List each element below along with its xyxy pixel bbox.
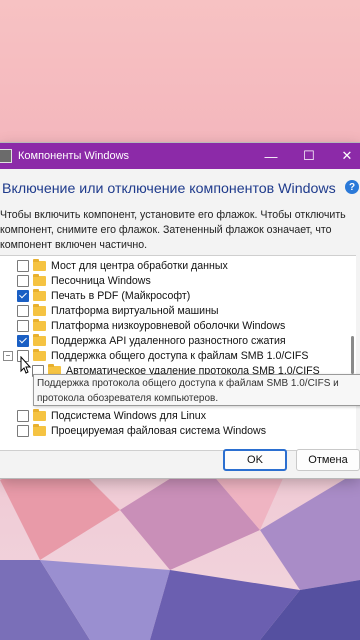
ok-button[interactable]: OK [223,449,287,471]
feature-row[interactable]: Поддержка API удаленного разностного сжа… [17,333,286,348]
feature-checkbox[interactable] [17,259,29,272]
feature-label: Платформа виртуальной машины [51,304,219,317]
feature-row[interactable]: Подсистема Windows для Linux [17,408,206,423]
feature-row[interactable]: Мост для центра обработки данных [17,258,228,273]
feature-label: Подсистема Windows для Linux [51,409,206,422]
minimize-button[interactable]: — [252,143,290,169]
cancel-button[interactable]: Отмена [296,449,360,471]
feature-checkbox[interactable] [17,289,29,302]
feature-checkbox[interactable] [17,409,29,422]
feature-label: Проецируемая файловая система Windows [51,424,266,437]
mouse-cursor-icon [20,356,32,374]
folder-icon [33,258,46,271]
dialog-heading: Включение или отключение компонентов Win… [2,181,336,197]
folder-icon [33,423,46,436]
feature-label: Печать в PDF (Майкрософт) [51,289,191,302]
help-icon[interactable]: ? [345,180,359,194]
features-tree: Мост для центра обработки данных Песочниц… [0,255,356,451]
feature-checkbox[interactable] [17,304,29,317]
feature-checkbox[interactable] [17,334,29,347]
folder-icon [33,348,46,361]
feature-label: Песочница Windows [51,274,151,287]
feature-tooltip: Поддержка протокола общего доступа к фай… [33,374,360,406]
dialog-description: Чтобы включить компонент, установите его… [0,209,346,251]
feature-row[interactable]: Песочница Windows [17,273,151,288]
folder-icon [33,408,46,421]
feature-row[interactable]: − Поддержка общего доступа к файлам SMB 1… [3,348,309,363]
app-icon [0,149,12,163]
feature-label: Мост для центра обработки данных [51,259,228,272]
feature-label: Поддержка API удаленного разностного сжа… [51,334,286,347]
feature-label: Поддержка общего доступа к файлам SMB 1.… [51,349,309,362]
feature-label: Платформа низкоуровневой оболочки Window… [51,319,286,332]
feature-checkbox[interactable] [17,319,29,332]
folder-icon [33,333,46,346]
feature-row[interactable]: Проецируемая файловая система Windows [17,423,266,438]
windows-features-dialog: Компоненты Windows — ☐ ✕ Включение или о… [0,143,360,478]
feature-row[interactable]: Платформа виртуальной машины [17,303,219,318]
close-button[interactable]: ✕ [328,143,360,169]
maximize-button[interactable]: ☐ [290,143,328,169]
folder-icon [33,273,46,286]
feature-row[interactable]: Печать в PDF (Майкрософт) [17,288,190,303]
feature-row[interactable]: Платформа низкоуровневой оболочки Window… [17,318,285,333]
folder-icon [33,318,46,331]
title-bar: Компоненты Windows — ☐ ✕ [0,143,360,169]
folder-icon [33,303,46,316]
feature-checkbox[interactable] [17,274,29,287]
feature-checkbox[interactable] [17,424,29,437]
collapse-icon[interactable]: − [3,350,13,361]
folder-icon [33,288,46,301]
tree-scrollbar[interactable] [351,336,354,374]
window-title: Компоненты Windows [18,150,130,162]
